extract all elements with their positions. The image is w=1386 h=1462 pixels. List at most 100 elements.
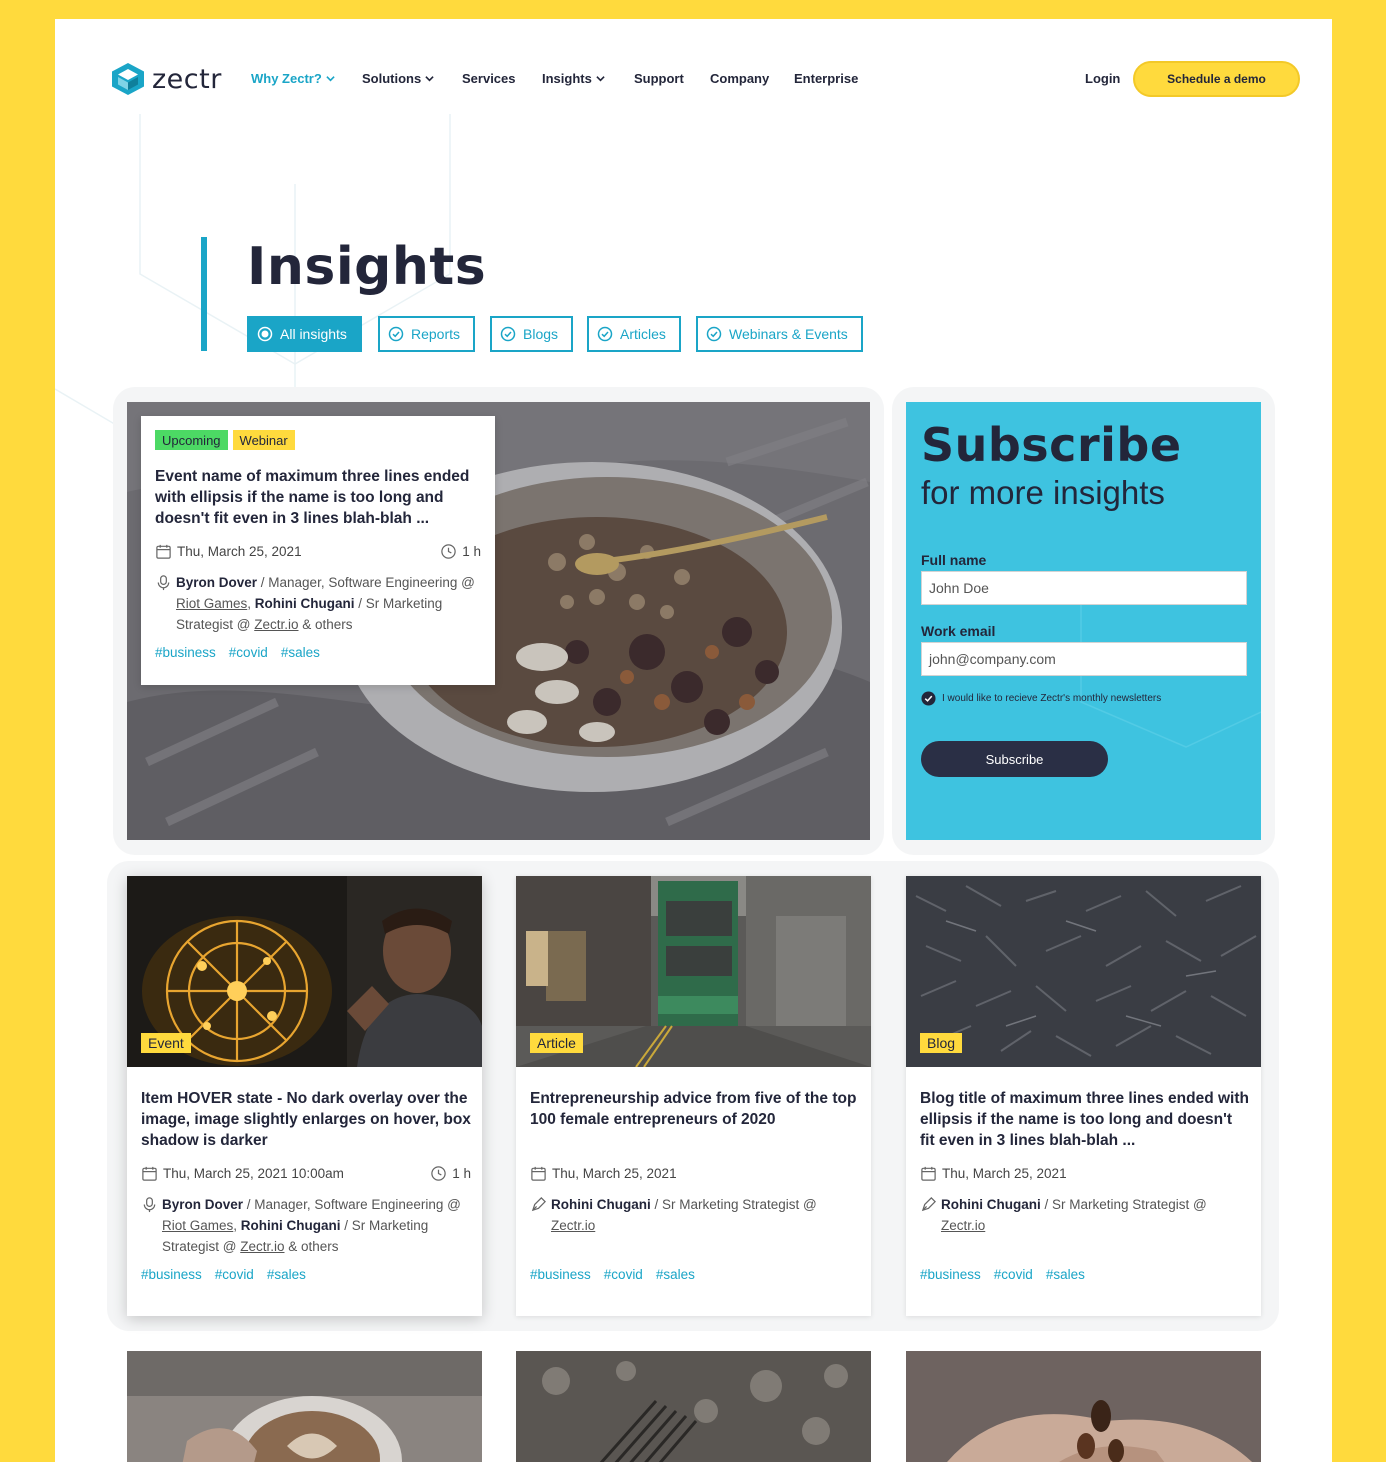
clock-icon [431, 1166, 446, 1181]
nav-solutions-label: Solutions [362, 71, 422, 86]
tag-link[interactable]: #sales [1046, 1267, 1085, 1282]
speaker-text: Byron Dover / Manager, Software Engineer… [162, 1194, 471, 1257]
nav-company-label: Company [710, 71, 770, 86]
insight-card-event[interactable]: Event Item HOVER state - No dark overlay… [127, 876, 482, 1316]
speaker-name: Byron Dover [162, 1197, 244, 1212]
upcoming-badge: Upcoming [155, 430, 228, 450]
top-navigation: zectr Why Zectr? Solutions Services Insi… [55, 19, 1332, 139]
insight-card-partial[interactable] [906, 1351, 1261, 1462]
event-speakers: Byron Dover / Manager, Software Engineer… [155, 572, 481, 635]
tag-link[interactable]: #business [155, 645, 216, 660]
card-date: Thu, March 25, 2021 [942, 1166, 1067, 1181]
insight-card-blog[interactable]: Blog Blog title of maximum three lines e… [906, 876, 1261, 1316]
event-badges: Upcoming Webinar [155, 430, 481, 450]
speaker-role: / Manager, Software Engineering @ [257, 575, 475, 590]
work-email-input[interactable]: john@company.com [921, 642, 1247, 676]
insight-card-partial[interactable] [127, 1351, 482, 1462]
event-tags: #business #covid #sales [155, 645, 481, 660]
speaker-others: & others [284, 1239, 339, 1254]
newsletter-checkbox-row[interactable]: I would like to recieve Zectr's monthly … [921, 691, 1161, 706]
insight-card-article[interactable]: Article Entrepreneurship advice from fiv… [516, 876, 871, 1316]
nav-enterprise[interactable]: Enterprise [794, 71, 858, 86]
filter-articles[interactable]: Articles [587, 316, 681, 352]
check-circle-icon [500, 326, 516, 342]
author-name: Rohini Chugani [941, 1197, 1041, 1212]
page-title: Insights [247, 237, 487, 297]
subscribe-panel: Subscribe for more insights Full name Jo… [906, 402, 1261, 840]
full-name-input[interactable]: John Doe [921, 571, 1247, 605]
tag-link[interactable]: #covid [229, 645, 268, 660]
tag-link[interactable]: #sales [656, 1267, 695, 1282]
tag-link[interactable]: #business [530, 1267, 591, 1282]
check-circle-icon [706, 326, 722, 342]
chevron-down-icon [425, 76, 434, 82]
filter-webinars-events[interactable]: Webinars & Events [696, 316, 863, 352]
nav-solutions[interactable]: Solutions [362, 71, 434, 86]
filter-reports[interactable]: Reports [378, 316, 476, 352]
microphone-icon [143, 1197, 156, 1213]
nav-company[interactable]: Company [710, 71, 769, 86]
calendar-icon [921, 1166, 936, 1181]
speaker-org-link[interactable]: Riot Games [162, 1218, 233, 1233]
author-text: Rohini Chugani / Sr Marketing Strategist… [551, 1194, 860, 1236]
zectr-logo-icon [112, 63, 144, 95]
tag-link[interactable]: #sales [281, 645, 320, 660]
tag-link[interactable]: #covid [604, 1267, 643, 1282]
tag-link[interactable]: #business [141, 1267, 202, 1282]
schedule-demo-button[interactable]: Schedule a demo [1133, 61, 1300, 97]
clock-icon [441, 544, 456, 559]
card-tags: #business #covid #sales [530, 1267, 860, 1282]
logo-text: zectr [152, 63, 222, 95]
insight-card-partial[interactable] [516, 1351, 871, 1462]
calendar-icon [142, 1166, 157, 1181]
tag-link[interactable]: #covid [215, 1267, 254, 1282]
nav-enterprise-label: Enterprise [794, 71, 859, 86]
filter-all-insights[interactable]: All insights [247, 316, 362, 352]
card-body: Blog title of maximum three lines ended … [920, 1088, 1250, 1282]
nav-why-zectr[interactable]: Why Zectr? [251, 71, 335, 86]
login-link[interactable]: Login [1085, 71, 1120, 86]
speaker-text: Byron Dover / Manager, Software Engineer… [176, 572, 481, 635]
nav-support[interactable]: Support [634, 71, 684, 86]
card-title[interactable]: Entrepreneurship advice from five of the… [530, 1088, 860, 1130]
event-title: Event name of maximum three lines ended … [155, 468, 470, 527]
speaker-name: Rohini Chugani [254, 596, 355, 611]
tag-link[interactable]: #business [920, 1267, 981, 1282]
tag-link[interactable]: #sales [267, 1267, 306, 1282]
blog-badge: Blog [920, 1033, 963, 1053]
pen-icon [531, 1197, 546, 1212]
author-org-link[interactable]: Zectr.io [551, 1218, 595, 1233]
card-title[interactable]: Blog title of maximum three lines ended … [920, 1088, 1250, 1151]
check-circle-icon [597, 326, 613, 342]
speaker-name: Byron Dover [176, 575, 258, 590]
checkbox-checked-icon[interactable] [921, 691, 936, 706]
subscribe-title: Subscribe [921, 418, 1182, 472]
newsletter-checkbox-label: I would like to recieve Zectr's monthly … [942, 693, 1162, 704]
featured-event-card[interactable]: Upcoming Webinar Event name of maximum t… [141, 416, 495, 685]
speaker-org-link[interactable]: Zectr.io [240, 1239, 284, 1254]
card-date: Thu, March 25, 2021 [552, 1166, 677, 1181]
card-speakers: Byron Dover / Manager, Software Engineer… [141, 1194, 471, 1257]
author-org-link[interactable]: Zectr.io [941, 1218, 985, 1233]
filter-articles-label: Articles [620, 326, 666, 342]
nav-support-label: Support [634, 71, 684, 86]
subscribe-button[interactable]: Subscribe [921, 741, 1108, 777]
card-title[interactable]: Item HOVER state - No dark overlay over … [141, 1088, 471, 1151]
card-date-row: Thu, March 25, 2021 [530, 1165, 860, 1182]
card-date: Thu, March 25, 2021 10:00am [163, 1166, 344, 1181]
webinar-badge: Webinar [232, 430, 295, 450]
card-image: Article [516, 876, 871, 1067]
microphone-icon [157, 575, 170, 591]
speaker-org-link[interactable]: Riot Games [176, 596, 247, 611]
nav-services[interactable]: Services [462, 71, 516, 86]
calendar-icon [531, 1166, 546, 1181]
card-image: Event [127, 876, 482, 1067]
subscribe-subtitle: for more insights [921, 474, 1165, 511]
filter-blogs[interactable]: Blogs [490, 316, 574, 352]
tag-link[interactable]: #covid [994, 1267, 1033, 1282]
card-body: Entrepreneurship advice from five of the… [530, 1088, 860, 1282]
logo[interactable]: zectr [110, 62, 222, 96]
nav-insights[interactable]: Insights [542, 71, 605, 86]
speaker-org-link[interactable]: Zectr.io [254, 617, 298, 632]
card-tags: #business #covid #sales [920, 1267, 1250, 1282]
